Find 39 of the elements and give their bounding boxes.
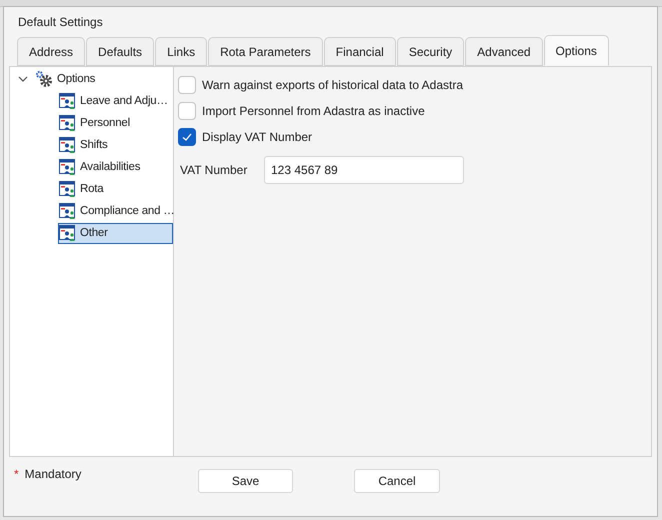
tree-item[interactable]: Leave and Adju… <box>58 90 173 112</box>
gears-icon <box>35 70 53 88</box>
checkbox[interactable] <box>178 128 196 146</box>
window-person-icon <box>59 181 76 198</box>
tab[interactable]: Defaults <box>86 37 154 66</box>
tree-item[interactable]: Availabilities <box>58 156 173 178</box>
tree-item[interactable]: Shifts <box>58 134 173 156</box>
checkbox-label: Import Personnel from Adastra as inactive <box>202 103 425 120</box>
checkbox[interactable] <box>178 102 196 120</box>
tree-item[interactable]: Other <box>58 222 173 244</box>
tree-item[interactable]: Compliance and … <box>58 200 178 222</box>
tree-item[interactable]: Personnel <box>58 112 173 134</box>
checkbox[interactable] <box>178 76 196 94</box>
checkbox-label: Display VAT Number <box>202 129 312 146</box>
input-field[interactable]: 123 4567 89 <box>264 156 464 184</box>
tab[interactable]: Options <box>544 35 609 66</box>
window-person-icon <box>59 159 76 176</box>
tab[interactable]: Financial <box>324 37 396 66</box>
dialog-button[interactable]: Save <box>198 468 293 493</box>
tab[interactable]: Advanced <box>465 37 543 66</box>
tab[interactable]: Links <box>155 37 208 66</box>
tree-item[interactable]: Rota <box>58 178 173 200</box>
field-label: VAT Number <box>179 162 248 180</box>
chevron-icon <box>18 74 28 84</box>
window-person-icon <box>59 203 76 220</box>
tab[interactable]: Security <box>396 37 464 66</box>
checkmark-icon <box>181 131 193 144</box>
window-person-icon <box>59 137 76 154</box>
required-mark: * <box>14 466 19 483</box>
tab[interactable]: Rota Parameters <box>208 37 323 66</box>
tree-item[interactable]: Options <box>34 68 173 90</box>
window-person-icon <box>59 93 76 110</box>
checkbox-label: Warn against exports of historical data to Adastra <box>202 77 464 94</box>
mandatory-note: Mandatory <box>24 466 82 483</box>
tab[interactable]: Address <box>17 37 86 66</box>
window-person-icon <box>59 115 76 132</box>
window-person-icon <box>59 225 76 242</box>
dialog-button[interactable]: Cancel <box>354 468 440 493</box>
window-title: Default Settings <box>17 14 104 31</box>
